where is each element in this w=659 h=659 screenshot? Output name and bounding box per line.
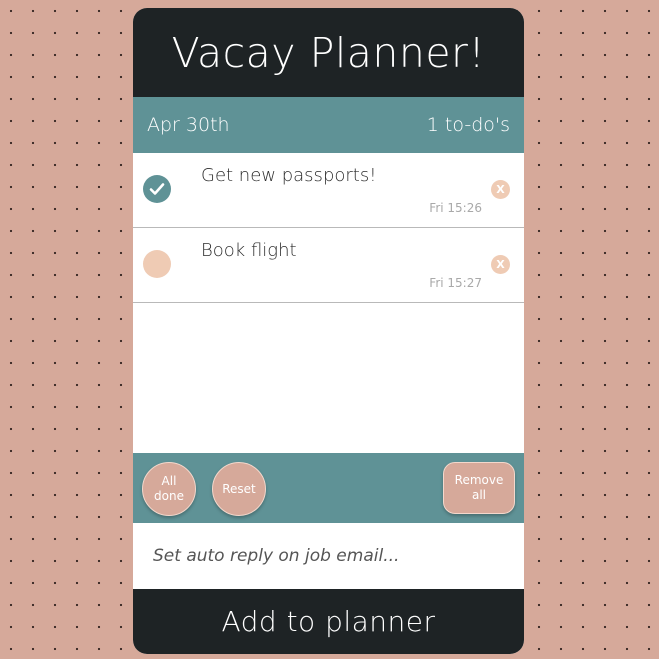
action-bar: All done Reset Remove all (133, 453, 524, 523)
current-date: Apr 30th (147, 114, 230, 136)
status-bar: Apr 30th 1 to-do's (133, 97, 524, 153)
todo-text: Get new passports! (201, 165, 377, 186)
todo-text: Book flight (201, 240, 297, 261)
new-todo-row (133, 523, 524, 589)
todo-item: Get new passports! Fri 15:26 X (133, 153, 524, 228)
all-done-button[interactable]: All done (142, 462, 196, 516)
app-title: Vacay Planner! (133, 8, 524, 97)
delete-todo-button[interactable]: X (491, 255, 510, 274)
checkmark-icon (149, 183, 165, 195)
remove-all-button[interactable]: Remove all (443, 462, 515, 514)
todo-item: Book flight Fri 15:27 X (133, 228, 524, 303)
reset-button[interactable]: Reset (212, 462, 266, 516)
add-to-planner-button[interactable]: Add to planner (133, 589, 524, 654)
delete-todo-button[interactable]: X (491, 180, 510, 199)
todo-checkbox-unchecked[interactable] (143, 250, 171, 278)
todo-list: Get new passports! Fri 15:26 X Book flig… (133, 153, 524, 453)
todo-checkbox-checked[interactable] (143, 175, 171, 203)
todo-time: Fri 15:26 (429, 201, 482, 215)
new-todo-input[interactable] (151, 545, 506, 567)
todo-count: 1 to-do's (426, 114, 510, 136)
todo-time: Fri 15:27 (429, 276, 482, 290)
planner-card: Vacay Planner! Apr 30th 1 to-do's Get ne… (133, 8, 524, 654)
